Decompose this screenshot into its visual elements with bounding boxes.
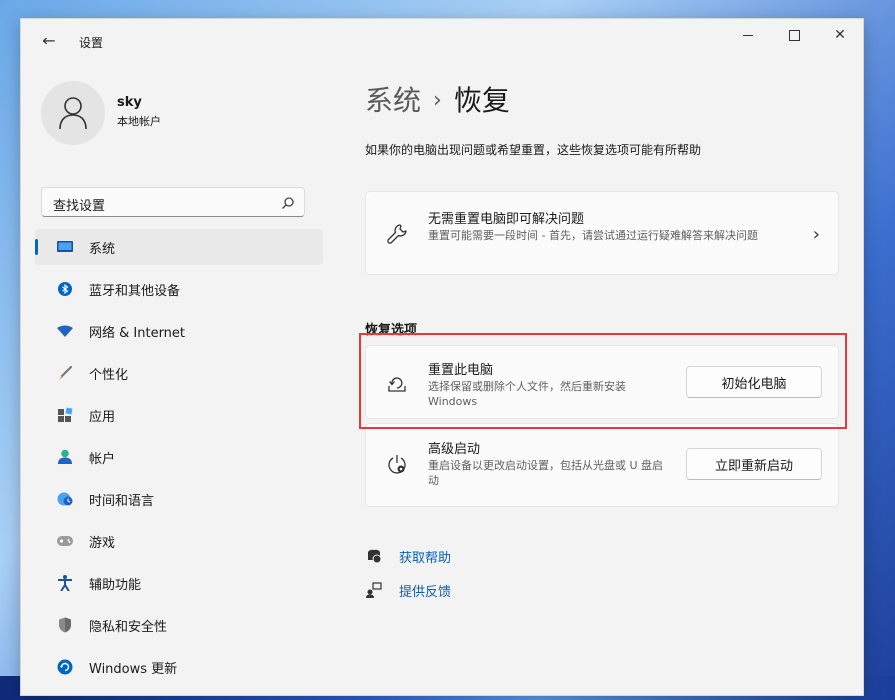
page-title: 恢复 — [453, 84, 510, 117]
sidebar-item-time-language[interactable]: 时间和语言 — [35, 481, 323, 517]
reset-pc-button[interactable]: 初始化电脑 — [686, 366, 822, 398]
close-button[interactable]: ✕ — [817, 19, 863, 51]
sidebar: sky 本地帐户 查找设置 系统 蓝牙和其他设备 网络 & Internet 个… — [21, 67, 341, 695]
sidebar-item-windows-update[interactable]: Windows 更新 — [35, 649, 323, 685]
sidebar-item-accessibility[interactable]: 辅助功能 — [35, 565, 323, 601]
sidebar-item-network[interactable]: 网络 & Internet — [35, 313, 323, 349]
settings-window: ← 设置 ✕ sky 本地帐户 查找设置 系统 蓝牙和其他设备 网络 & Int… — [20, 18, 864, 696]
sidebar-item-label: 时间和语言 — [89, 493, 155, 509]
sidebar-item-label: 帐户 — [89, 451, 116, 467]
get-help-label: 获取帮助 — [399, 550, 452, 566]
sidebar-item-system[interactable]: 系统 — [35, 229, 323, 265]
shield-icon — [57, 617, 73, 633]
minimize-icon — [743, 34, 753, 36]
maximize-icon — [788, 29, 800, 41]
app-title: 设置 — [79, 36, 104, 50]
give-feedback-label: 提供反馈 — [399, 584, 452, 600]
globe-clock-icon — [57, 491, 73, 507]
user-name: sky — [117, 95, 142, 110]
help-icon — [365, 547, 383, 565]
update-icon — [57, 659, 73, 675]
advanced-startup-icon — [388, 455, 406, 474]
page-subtitle: 如果你的电脑出现问题或希望重置，这些恢复选项可能有所帮助 — [365, 143, 702, 157]
fix-problems-title: 无需重置电脑即可解决问题 — [428, 212, 585, 227]
get-help-link[interactable]: 获取帮助 — [365, 545, 451, 567]
back-arrow-icon[interactable]: ← — [39, 31, 59, 51]
feedback-icon — [365, 581, 383, 599]
breadcrumb-parent[interactable]: 系统 — [365, 84, 421, 117]
sidebar-item-label: 蓝牙和其他设备 — [89, 283, 181, 299]
recovery-options-heading: 恢复选项 — [365, 323, 418, 338]
monitor-icon — [57, 239, 73, 255]
reset-pc-title: 重置此电脑 — [428, 363, 494, 378]
advanced-startup-title: 高级启动 — [428, 442, 481, 457]
sidebar-item-bluetooth[interactable]: 蓝牙和其他设备 — [35, 271, 323, 307]
advanced-startup-description: 重启设备以更改启动设置，包括从光盘或 U 盘启动 — [428, 459, 664, 487]
sidebar-item-privacy[interactable]: 隐私和安全性 — [35, 607, 323, 643]
restart-now-button[interactable]: 立即重新启动 — [686, 448, 822, 480]
sidebar-nav: 系统 蓝牙和其他设备 网络 & Internet 个性化 应用 帐户 时间和语言… — [35, 229, 323, 691]
account-type: 本地帐户 — [117, 115, 161, 128]
reset-pc-card: 重置此电脑 选择保留或删除个人文件，然后重新安装 Windows 初始化电脑 — [365, 345, 839, 419]
bluetooth-icon — [57, 281, 73, 297]
sidebar-item-gaming[interactable]: 游戏 — [35, 523, 323, 559]
fix-problems-description: 重置可能需要一段时间 - 首先，请尝试通过运行疑难解答来解决问题 — [428, 229, 758, 242]
accessibility-icon — [57, 575, 73, 591]
minimize-button[interactable] — [725, 19, 771, 51]
sidebar-item-label: 应用 — [89, 409, 116, 425]
wifi-icon — [57, 323, 73, 339]
fix-problems-card[interactable]: 无需重置电脑即可解决问题 重置可能需要一段时间 - 首先，请尝试通过运行疑难解答… — [365, 191, 839, 275]
maximize-button[interactable] — [771, 19, 817, 51]
gamepad-icon — [57, 533, 73, 549]
sidebar-item-label: 系统 — [89, 241, 116, 257]
breadcrumb-separator: › — [433, 88, 442, 113]
sidebar-item-label: 游戏 — [89, 535, 116, 551]
avatar — [41, 81, 105, 145]
wrench-icon — [387, 224, 407, 244]
sidebar-item-personalization[interactable]: 个性化 — [35, 355, 323, 391]
brush-icon — [57, 365, 73, 381]
sidebar-item-label: 网络 & Internet — [89, 325, 186, 341]
close-icon: ✕ — [834, 27, 846, 43]
title-bar: ← 设置 ✕ — [21, 19, 863, 67]
main-content: 系统 › 恢复 如果你的电脑出现问题或希望重置，这些恢复选项可能有所帮助 无需重置电… — [359, 67, 847, 695]
sidebar-item-label: 个性化 — [89, 367, 129, 383]
search-input[interactable]: 查找设置 — [41, 187, 305, 217]
give-feedback-link[interactable]: 提供反馈 — [365, 579, 451, 601]
apps-icon — [57, 407, 73, 423]
search-icon — [282, 197, 294, 209]
sidebar-item-label: Windows 更新 — [89, 661, 178, 677]
sidebar-item-accounts[interactable]: 帐户 — [35, 439, 323, 475]
breadcrumb: 系统 › 恢复 — [365, 79, 510, 119]
sidebar-item-apps[interactable]: 应用 — [35, 397, 323, 433]
advanced-startup-card: 高级启动 重启设备以更改启动设置，包括从光盘或 U 盘启动 立即重新启动 — [365, 423, 839, 507]
sidebar-item-label: 辅助功能 — [89, 577, 142, 593]
user-icon — [59, 97, 87, 130]
search-placeholder: 查找设置 — [53, 199, 106, 214]
chevron-right-icon: › — [812, 224, 820, 245]
reset-pc-icon — [388, 377, 406, 392]
account-icon — [57, 449, 73, 465]
reset-pc-description: 选择保留或删除个人文件，然后重新安装 Windows — [428, 380, 626, 408]
window-controls: ✕ — [725, 19, 863, 51]
sidebar-item-label: 隐私和安全性 — [89, 619, 168, 635]
